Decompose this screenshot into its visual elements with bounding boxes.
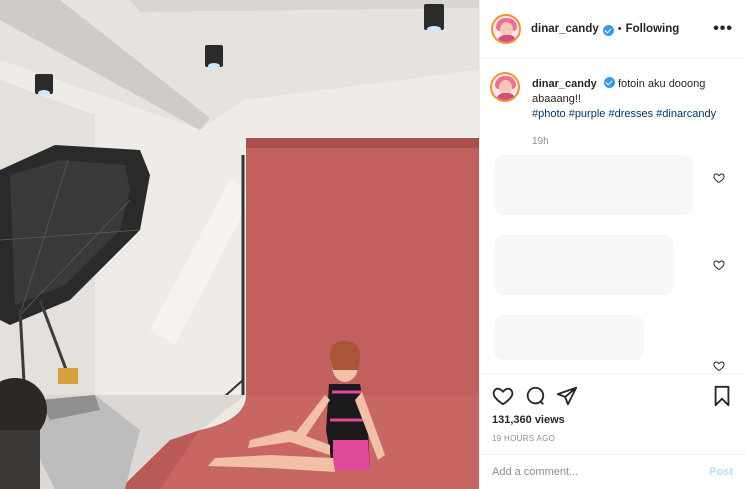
post-comment-button[interactable]: Post <box>709 466 733 478</box>
caption-username[interactable]: dinar_candy <box>532 78 597 90</box>
post-photo[interactable] <box>0 0 479 489</box>
caption-comment: dinar_candy fotoin aku dooong abaaang!! … <box>480 60 745 122</box>
view-count[interactable]: 131,360 views <box>480 410 745 426</box>
comment-placeholder <box>494 235 674 295</box>
more-options-icon[interactable]: ••• <box>713 21 733 37</box>
comment-input[interactable] <box>492 466 710 478</box>
comment-placeholder <box>494 155 694 215</box>
comment-placeholder <box>494 315 644 360</box>
verified-icon <box>602 24 614 36</box>
avatar[interactable] <box>491 14 521 44</box>
caption-hashtags[interactable]: #photo #purple #dresses #dinarcandy <box>532 108 716 120</box>
studio-photo-illustration <box>0 0 479 489</box>
heart-icon[interactable] <box>492 385 514 407</box>
like-comment-icon[interactable] <box>713 360 725 372</box>
share-icon[interactable] <box>556 385 578 407</box>
following-button[interactable]: Following <box>626 23 680 35</box>
add-comment-bar: Post <box>480 454 745 489</box>
header-username[interactable]: dinar_candy <box>531 23 599 35</box>
post-actions: 131,360 views 19 HOURS AGO <box>480 373 745 443</box>
like-comment-icon[interactable] <box>713 172 725 184</box>
like-comment-icon[interactable] <box>713 259 725 271</box>
caption-timestamp[interactable]: 19h <box>532 136 745 147</box>
comments-list[interactable]: dinar_candy fotoin aku dooong abaaang!! … <box>480 60 745 373</box>
post-timestamp[interactable]: 19 HOURS AGO <box>480 426 745 443</box>
comment-icon[interactable] <box>524 385 546 407</box>
post-sidebar: dinar_candy • Following ••• dinar_candy … <box>479 0 745 489</box>
caption-avatar[interactable] <box>490 72 520 102</box>
post-header: dinar_candy • Following ••• <box>480 0 745 59</box>
verified-icon <box>603 77 615 88</box>
header-separator: • <box>617 23 622 35</box>
bookmark-icon[interactable] <box>711 385 733 407</box>
action-icons <box>480 374 745 410</box>
